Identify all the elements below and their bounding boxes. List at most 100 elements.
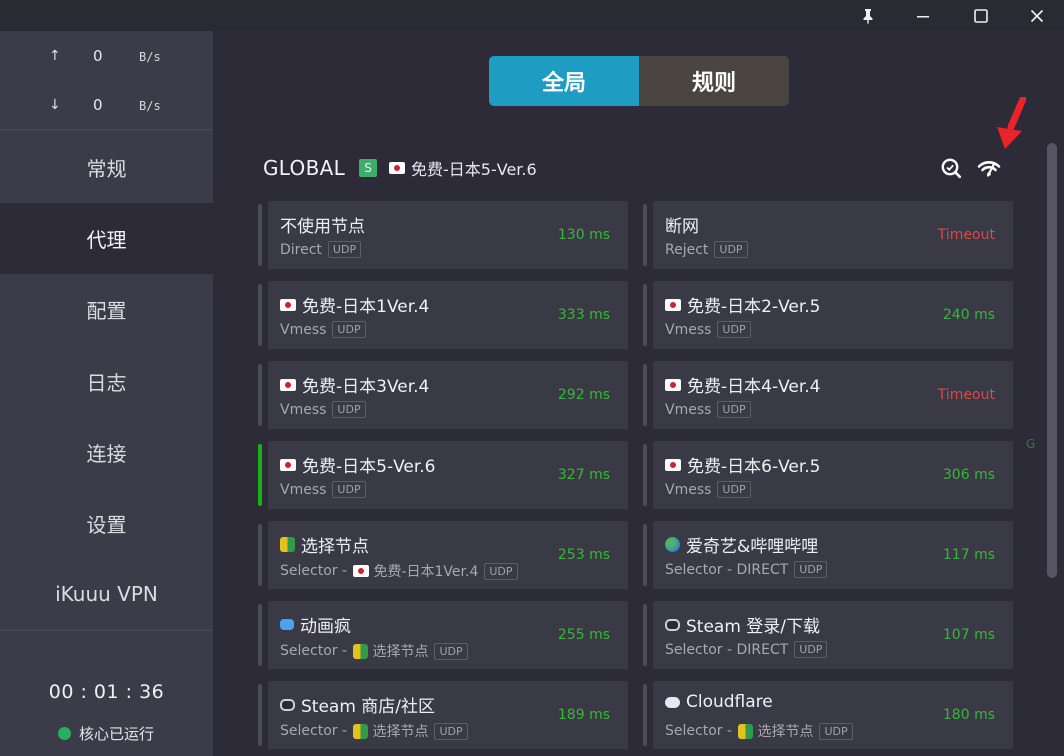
proxy-card[interactable]: 免费-日本4-Ver.4 Vmess UDP Timeout [643, 361, 1013, 429]
udp-badge: UDP [717, 321, 751, 338]
card-indicator [258, 204, 262, 266]
latency-value[interactable]: 107 ms [943, 627, 995, 643]
pin-button[interactable] [845, 0, 891, 31]
maximize-button[interactable] [958, 0, 1004, 31]
proxy-type-label: Selector - [280, 643, 352, 659]
proxy-card[interactable]: Steam 商店/社区 Selector - 选择节点 UDP 189 ms [258, 681, 628, 749]
download-speed: ↓ 0 B/s [0, 94, 213, 118]
minimize-icon [916, 9, 930, 23]
proxy-group-header: GLOBAL S 免费-日本5-Ver.6 [263, 155, 537, 181]
latency-value[interactable]: Timeout [938, 387, 995, 403]
proxy-card[interactable]: 选择节点 Selector - 免费-日本1Ver.4 UDP 253 ms [258, 521, 628, 589]
japan-flag-icon [665, 298, 681, 311]
wifi-speedtest-icon[interactable] [977, 157, 1001, 179]
latency-value[interactable]: 292 ms [558, 387, 610, 403]
proxy-name-label: 选择节点 [301, 537, 369, 557]
proxy-card[interactable]: 不使用节点 Direct UDP 130 ms [258, 201, 628, 269]
proxy-card[interactable]: 免费-日本3Ver.4 Vmess UDP 292 ms [258, 361, 628, 429]
nav-settings[interactable]: 设置 [0, 488, 213, 559]
proxy-name-label: 不使用节点 [280, 217, 365, 237]
group-selected-proxy-label: 免费-日本5-Ver.6 [411, 160, 537, 179]
latency-value[interactable]: 327 ms [558, 467, 610, 483]
minimize-button[interactable] [900, 0, 946, 31]
latency-value[interactable]: 333 ms [558, 307, 610, 323]
title-bar [0, 0, 1064, 31]
proxy-type: Selector - 选择节点 UDP [280, 721, 468, 741]
proxy-type: Selector - 选择节点 UDP [665, 721, 853, 741]
latency-value[interactable]: 306 ms [943, 467, 995, 483]
proxy-type-label: Vmess [665, 401, 712, 418]
latency-value[interactable]: 253 ms [558, 547, 610, 563]
proxy-type-label: Vmess [280, 401, 327, 418]
proxy-type-label: Reject [665, 241, 709, 258]
gamepad-icon [665, 618, 680, 631]
proxy-card[interactable]: 爱奇艺&哔哩哔哩 Selector - DIRECT UDP 117 ms [643, 521, 1013, 589]
proxy-type: Vmess UDP [665, 321, 751, 338]
proxy-via-label: 选择节点 [372, 724, 429, 740]
nav-profiles[interactable]: 配置 [0, 274, 213, 345]
proxy-card[interactable]: Steam 登录/下载 Selector - DIRECT UDP 107 ms [643, 601, 1013, 669]
latency-value[interactable]: 117 ms [943, 547, 995, 563]
latency-value[interactable]: 189 ms [558, 707, 610, 723]
nav-logs[interactable]: 日志 [0, 346, 213, 417]
mode-toggle: 全局 规则 [489, 56, 789, 106]
proxy-name-label: 免费-日本2-Ver.5 [687, 297, 821, 317]
proxy-name-label: 免费-日本4-Ver.4 [687, 377, 821, 397]
proxy-type-label: Direct [280, 241, 322, 258]
proxy-type: Vmess UDP [280, 401, 366, 418]
nav-ikuuu-vpn[interactable]: iKuuu VPN [0, 558, 213, 629]
proxy-name: 选择节点 [280, 532, 369, 557]
core-status-label: 核心已运行 [79, 725, 155, 743]
upload-speed: ↑ 0 B/s [0, 45, 213, 69]
udp-badge: UDP [434, 642, 468, 660]
download-value: 0 [93, 96, 103, 114]
proxy-type-label: Vmess [280, 481, 327, 498]
latency-value[interactable]: 130 ms [558, 227, 610, 243]
proxy-type-label: Selector - [280, 723, 352, 739]
uptime-clock: 00 : 01 : 36 [48, 681, 165, 703]
proxy-card[interactable]: 动画疯 Selector - 选择节点 UDP 255 ms [258, 601, 628, 669]
nav-general[interactable]: 常规 [0, 132, 213, 203]
proxy-name-label: Steam 商店/社区 [301, 697, 436, 717]
card-indicator [643, 684, 647, 746]
globe-icon [665, 537, 680, 552]
latency-value[interactable]: 180 ms [943, 707, 995, 723]
japan-flag-icon [665, 378, 681, 391]
close-button[interactable] [1014, 0, 1060, 31]
latency-value[interactable]: 255 ms [558, 627, 610, 643]
proxy-card[interactable]: 免费-日本2-Ver.5 Vmess UDP 240 ms [643, 281, 1013, 349]
upload-arrow-icon: ↑ [49, 48, 61, 64]
core-running-dot-icon [58, 727, 71, 740]
beginner-leaf-icon [353, 643, 369, 659]
core-status: 核心已运行 [58, 723, 154, 744]
proxy-card[interactable]: Cloudflare Selector - 选择节点 UDP 180 ms [643, 681, 1013, 749]
close-icon [1030, 9, 1044, 23]
traffic-panel: ↑ 0 B/s ↓ 0 B/s [0, 31, 213, 130]
proxy-type-label: Selector - DIRECT [665, 561, 789, 578]
proxy-name-label: 免费-日本5-Ver.6 [302, 457, 436, 477]
proxy-card[interactable]: 免费-日本5-Ver.6 Vmess UDP 327 ms [258, 441, 628, 509]
udp-badge: UDP [327, 241, 362, 258]
proxy-card[interactable]: 免费-日本6-Ver.5 Vmess UDP 306 ms [643, 441, 1013, 509]
nav-connections[interactable]: 连接 [0, 417, 213, 488]
beginner-leaf-icon [353, 723, 369, 739]
udp-badge: UDP [332, 481, 366, 498]
mode-rule-button[interactable]: 规则 [639, 56, 789, 106]
proxy-card[interactable]: 免费-日本1Ver.4 Vmess UDP 333 ms [258, 281, 628, 349]
maximize-icon [974, 8, 988, 23]
card-indicator [643, 284, 647, 346]
udp-badge: UDP [819, 722, 853, 740]
group-type-badge: S [359, 159, 378, 177]
scrollbar[interactable] [1047, 143, 1057, 578]
proxy-name: 动画疯 [280, 612, 351, 637]
latency-search-icon[interactable] [940, 157, 962, 179]
proxy-card[interactable]: 断网 Reject UDP Timeout [643, 201, 1013, 269]
mode-global-button[interactable]: 全局 [489, 56, 639, 106]
latency-value[interactable]: Timeout [938, 227, 995, 243]
proxy-name-label: Cloudflare [686, 692, 773, 712]
udp-badge: UDP [717, 481, 751, 498]
nav-proxy[interactable]: 代理 [0, 203, 213, 274]
proxy-page: 全局 规则 GLOBAL S 免费-日本5-Ver.6 不使用节点 Direct… [213, 31, 1064, 756]
latency-value[interactable]: 240 ms [943, 307, 995, 323]
proxy-type-label: Selector - DIRECT [665, 641, 789, 658]
